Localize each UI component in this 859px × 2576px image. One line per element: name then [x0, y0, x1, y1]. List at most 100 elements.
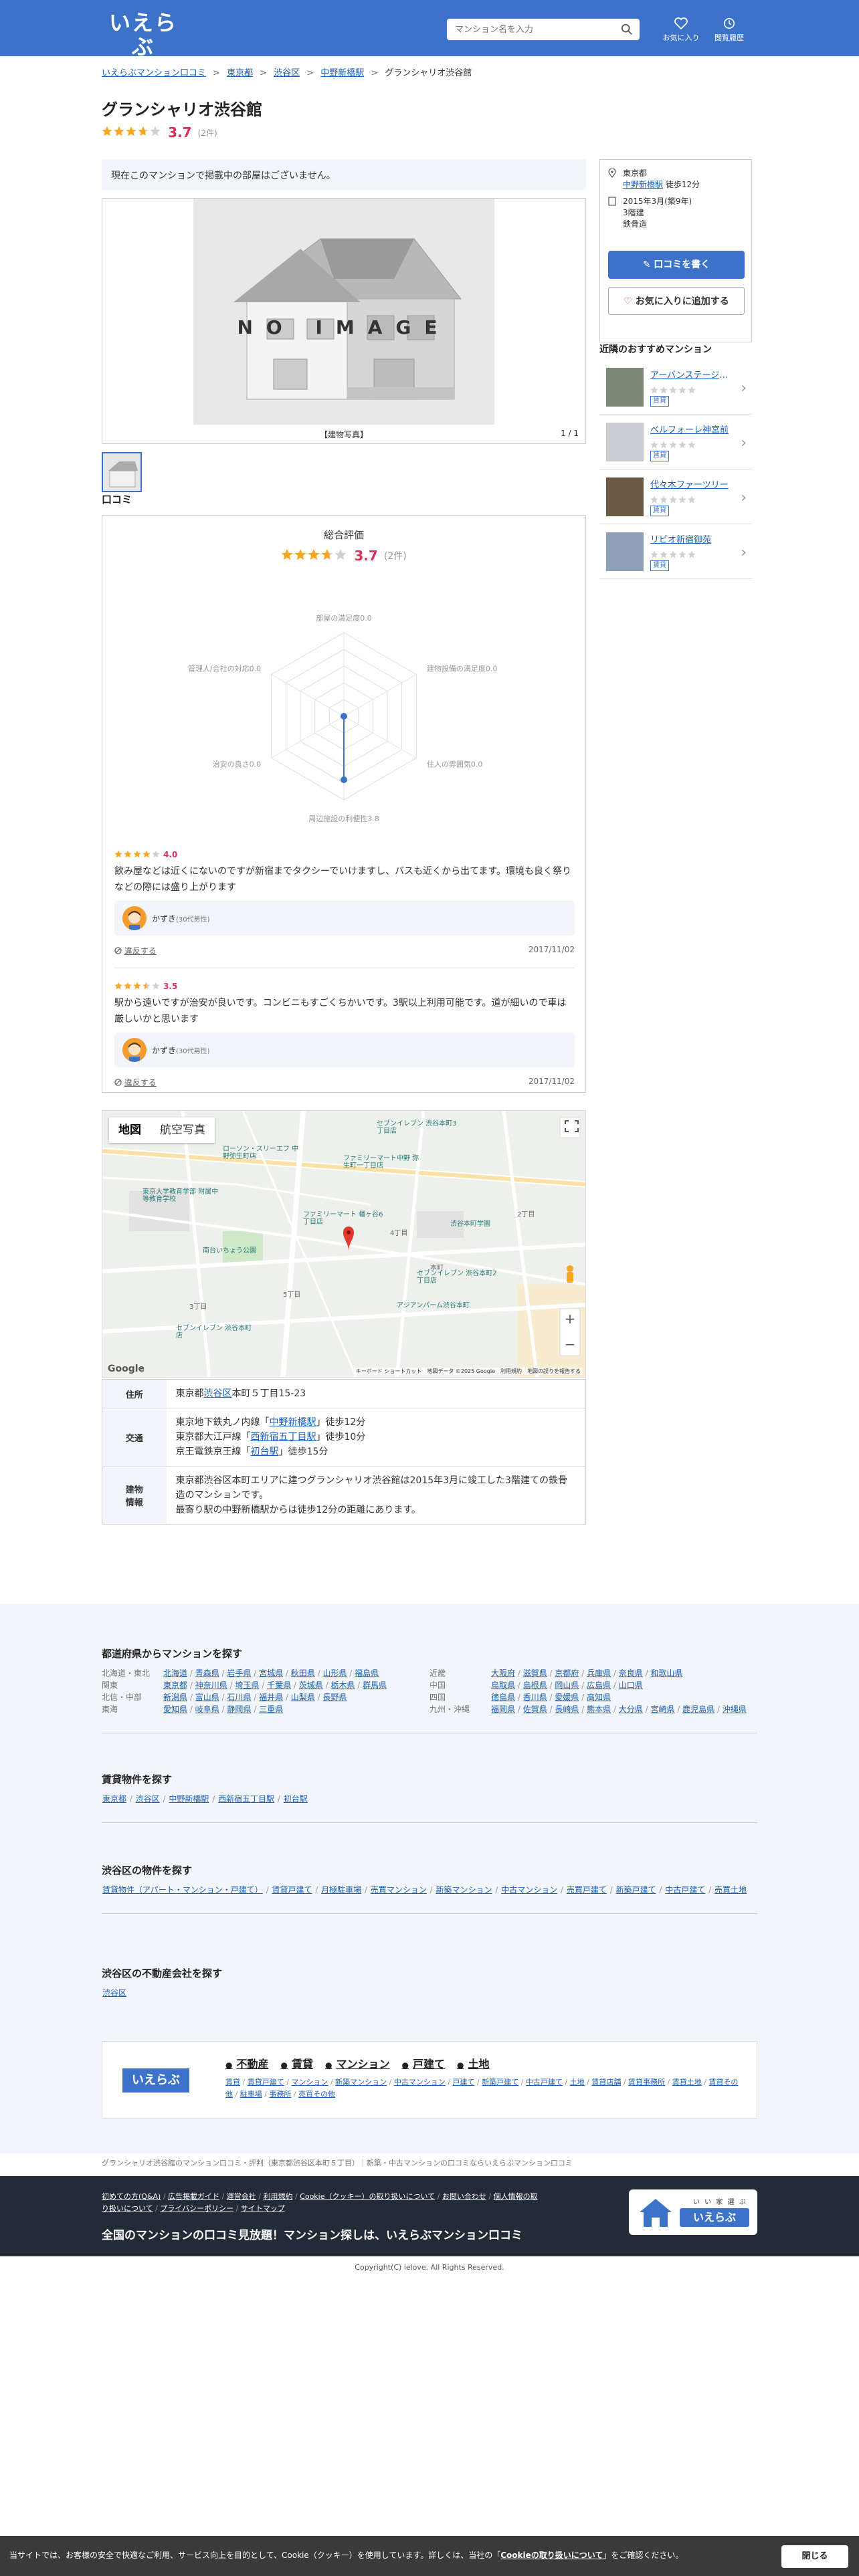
cookie-policy-link[interactable]: Cookieの取り扱いについて — [500, 2551, 603, 2560]
nearby-item[interactable]: 代々木ファーツリー 賃貸 › — [599, 469, 752, 524]
footer-link[interactable]: 西新宿五丁目駅 — [218, 1794, 274, 1804]
pref-link[interactable]: 石川県 — [227, 1693, 251, 1702]
footer-link[interactable]: プライバシーポリシー — [160, 2204, 233, 2213]
brand-category-link[interactable]: マンション — [325, 2058, 390, 2070]
pref-link[interactable]: 新潟県 — [163, 1693, 187, 1702]
breadcrumb-pref[interactable]: 東京都 — [227, 68, 253, 78]
footer-link[interactable]: 事務所 — [269, 2090, 291, 2099]
pref-link[interactable]: 静岡県 — [227, 1705, 251, 1714]
map-tab[interactable]: 地図 — [109, 1117, 151, 1143]
footer-link[interactable]: 売買マンション — [371, 1885, 427, 1895]
ielove-badge[interactable]: い い 家 選 ぶ いえらぶ — [629, 2189, 757, 2235]
pref-link[interactable]: 神奈川県 — [195, 1681, 227, 1690]
pref-link[interactable]: 山形県 — [322, 1669, 347, 1678]
pref-link[interactable]: 三重県 — [259, 1705, 283, 1714]
footer-link[interactable]: 新築戸建て — [616, 1885, 656, 1895]
pref-link[interactable]: 愛媛県 — [555, 1693, 579, 1702]
footer-link[interactable]: 賃貸土地 — [672, 2078, 702, 2086]
nearby-item[interactable]: アーバンステージ中野… 賃貸 › — [599, 360, 752, 415]
map-attribution[interactable]: キーボード ショートカット 地図データ ©2025 Google 利用規約 地図… — [353, 1368, 583, 1375]
footer-link[interactable]: お問い合わせ — [442, 2192, 486, 2201]
cookie-close-button[interactable]: 閉じる — [781, 2545, 848, 2568]
pref-link[interactable]: 栃木県 — [330, 1681, 355, 1690]
footer-link[interactable]: 売買戸建て — [567, 1885, 607, 1895]
footer-link[interactable]: 新築マンション — [436, 1885, 492, 1895]
footer-link[interactable]: 戸建て — [453, 2078, 475, 2086]
search-icon[interactable] — [621, 23, 633, 35]
footer-link[interactable]: 賃貸事務所 — [628, 2078, 665, 2086]
pref-link[interactable]: 茨城県 — [299, 1681, 323, 1690]
breadcrumb-station[interactable]: 中野新橋駅 — [320, 68, 364, 78]
pref-link[interactable]: 群馬県 — [363, 1681, 387, 1690]
pref-link[interactable]: 高知県 — [587, 1693, 611, 1702]
pref-link[interactable]: 埼玉県 — [235, 1681, 259, 1690]
brand-category-link[interactable]: 賃貸 — [281, 2058, 314, 2070]
pref-link[interactable]: 佐賀県 — [523, 1705, 547, 1714]
nearby-item[interactable]: リビオ新宿御苑 賃貸 › — [599, 524, 752, 579]
pref-link[interactable]: 福島県 — [355, 1669, 379, 1678]
aerial-tab[interactable]: 航空写真 — [151, 1117, 215, 1143]
pref-link[interactable]: 秋田県 — [291, 1669, 315, 1678]
pref-link[interactable]: 宮城県 — [259, 1669, 283, 1678]
footer-link[interactable]: 中古マンション — [501, 1885, 557, 1895]
pref-link[interactable]: 奈良県 — [619, 1669, 643, 1678]
pref-link[interactable]: 和歌山県 — [650, 1669, 682, 1678]
report-link[interactable]: 違反する — [114, 1077, 157, 1088]
site-logo[interactable]: いえらぶ マンション口コミ — [102, 11, 185, 68]
footer-link[interactable]: 賃貸物件（アパート・マンション・戸建て） — [102, 1885, 263, 1895]
footer-link[interactable]: 賃貸戸建て — [248, 2078, 284, 2086]
brand-category-link[interactable]: 戸建て — [402, 2058, 446, 2070]
pref-link[interactable]: 鳥取県 — [491, 1681, 515, 1690]
pref-link[interactable]: 京都府 — [555, 1669, 579, 1678]
breadcrumb-home[interactable]: いえらぶマンション口コミ — [102, 68, 206, 78]
footer-link[interactable]: 賃貸戸建て — [272, 1885, 312, 1895]
pref-link[interactable]: 長野県 — [322, 1693, 347, 1702]
pref-link[interactable]: 熊本県 — [587, 1705, 611, 1714]
transit-station-link[interactable]: 初台駅 — [251, 1446, 279, 1457]
pref-link[interactable]: 大分県 — [619, 1705, 643, 1714]
sidebar-station-link[interactable]: 中野新橋駅 — [623, 180, 663, 189]
nearby-item[interactable]: ベルフォーレ神宮前 賃貸 › — [599, 415, 752, 469]
footer-link[interactable]: 利用規約 — [263, 2192, 292, 2201]
footer-link[interactable]: 中野新橋駅 — [169, 1794, 209, 1804]
pref-link[interactable]: 山梨県 — [291, 1693, 315, 1702]
favorites-link[interactable]: お気に入り — [660, 17, 702, 43]
pref-link[interactable]: 宮崎県 — [650, 1705, 674, 1714]
pref-link[interactable]: 長崎県 — [555, 1705, 579, 1714]
address-ward-link[interactable]: 渋谷区 — [204, 1388, 232, 1399]
add-favorite-button[interactable]: ♡ お気に入りに追加する — [608, 287, 745, 315]
pref-link[interactable]: 沖縄県 — [723, 1705, 747, 1714]
pref-link[interactable]: 青森県 — [195, 1669, 219, 1678]
pref-link[interactable]: 岐阜県 — [195, 1705, 219, 1714]
map-canvas[interactable]: + − — [102, 1111, 586, 1378]
footer-link[interactable]: 初めての方(Q&A) — [102, 2192, 161, 2201]
footer-link[interactable]: 広告掲載ガイド — [168, 2192, 219, 2201]
footer-link[interactable]: 東京都 — [102, 1794, 126, 1804]
pref-link[interactable]: 岩手県 — [227, 1669, 251, 1678]
footer-link[interactable]: 新築マンション — [335, 2078, 387, 2086]
pref-link[interactable]: 福井県 — [259, 1693, 283, 1702]
photo-thumbnail[interactable] — [102, 452, 142, 492]
footer-link[interactable]: 中古戸建て — [526, 2078, 563, 2086]
pref-link[interactable]: 大阪府 — [491, 1669, 515, 1678]
pref-link[interactable]: 島根県 — [523, 1681, 547, 1690]
footer-link[interactable]: 初台駅 — [284, 1794, 308, 1804]
footer-link[interactable]: 土地 — [570, 2078, 585, 2086]
footer-link[interactable]: 新築戸建て — [482, 2078, 518, 2086]
pref-link[interactable]: 富山県 — [195, 1693, 219, 1702]
pref-link[interactable]: 愛知県 — [163, 1705, 187, 1714]
brand-logo[interactable]: いえらぶ — [122, 2068, 189, 2092]
transit-station-link[interactable]: 西新宿五丁目駅 — [251, 1432, 316, 1442]
pref-link[interactable]: 兵庫県 — [587, 1669, 611, 1678]
transit-station-link[interactable]: 中野新橋駅 — [270, 1417, 316, 1428]
search-input[interactable] — [447, 19, 607, 40]
pref-link[interactable]: 滋賀県 — [523, 1669, 547, 1678]
footer-link[interactable]: 渋谷区 — [136, 1794, 160, 1804]
brand-category-link[interactable]: 土地 — [457, 2058, 490, 2070]
breadcrumb-ward[interactable]: 渋谷区 — [274, 68, 300, 78]
pref-link[interactable]: 徳島県 — [491, 1693, 515, 1702]
footer-link[interactable]: 月極駐車場 — [321, 1885, 361, 1895]
map[interactable]: + − セブンイレブン 渋谷本町3丁目店 ローソン・スリーエフ 中野弥生町店 ファミ… — [102, 1110, 586, 1378]
footer-link[interactable]: Cookie（クッキー）の取り扱いについて — [300, 2192, 435, 2201]
footer-link[interactable]: 賃貸 — [225, 2078, 240, 2086]
